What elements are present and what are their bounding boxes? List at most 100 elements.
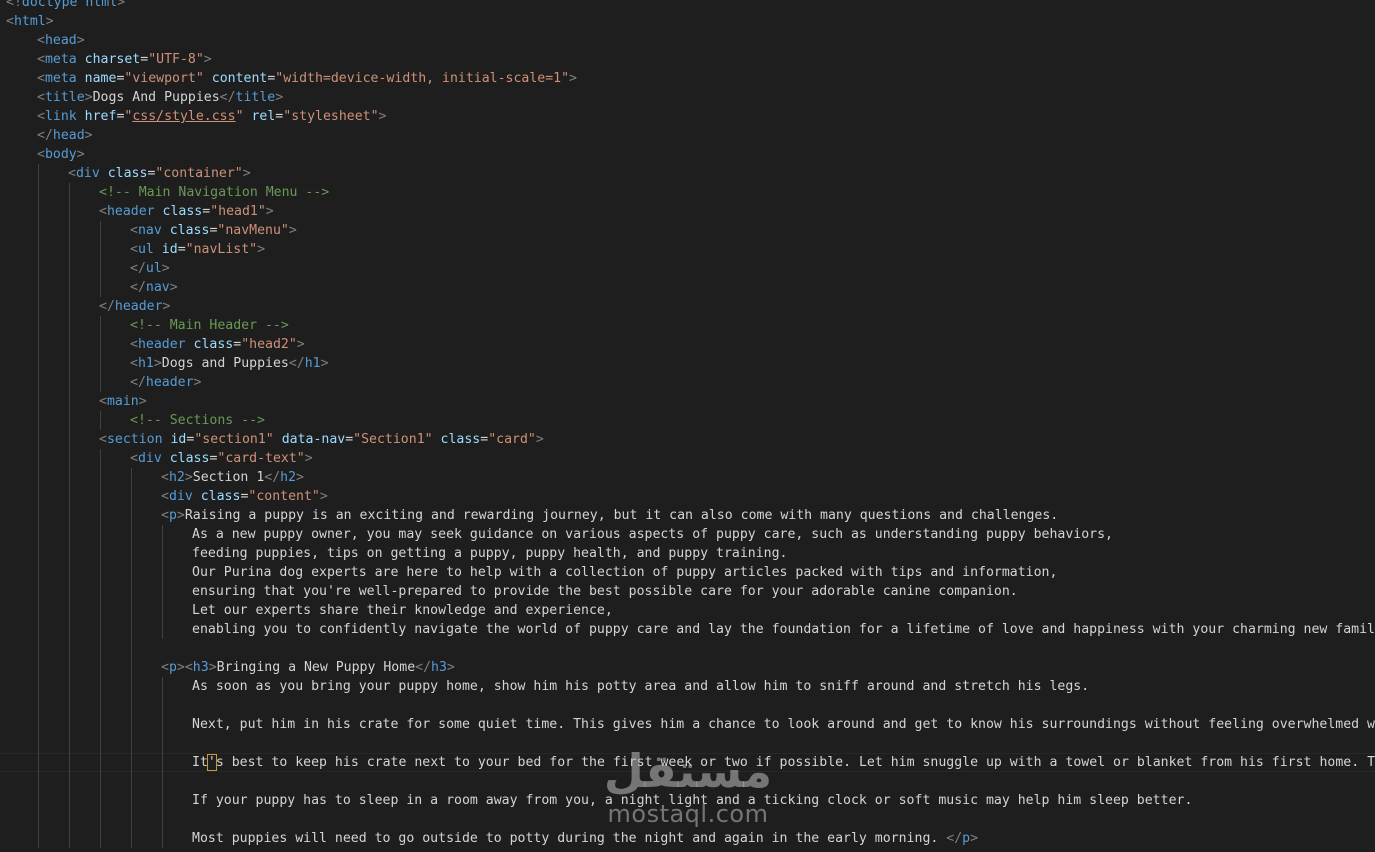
code-token: > [296,470,304,485]
code-token: class [169,223,210,238]
code-line[interactable]: As soon as you bring your puppy home, sh… [192,677,1089,696]
code-token: > [138,394,147,409]
indent-guide [100,221,101,240]
indent-guide [69,373,70,392]
indent-guide [100,316,101,335]
code-line[interactable]: <header class="head2"> [130,335,305,354]
code-token: header [114,299,163,314]
code-line[interactable]: ensuring that you're well-prepared to pr… [192,582,1018,601]
code-line[interactable]: enabling you to confidently navigate the… [192,620,1375,639]
code-line[interactable]: <title>Dogs And Puppies</title> [37,88,283,107]
indent-guide [69,829,70,848]
indent-guide [162,810,163,829]
code-token: enabling you to confidently navigate the… [192,622,1375,637]
code-line[interactable]: <head> [37,31,85,50]
indent-guide [38,430,39,449]
indent-guide [38,620,39,639]
indent-guide [38,525,39,544]
code-line[interactable]: <!-- Sections --> [130,411,265,430]
code-token: " [235,109,244,124]
code-line[interactable]: feeding puppies, tips on getting a puppy… [192,544,787,563]
indent-guide [162,563,163,582]
code-line[interactable]: <!-- Main Navigation Menu --> [99,183,329,202]
code-line[interactable]: <div class="content"> [161,487,328,506]
code-token: </ [415,660,432,675]
code-line[interactable]: <meta name="viewport" content="width=dev… [37,69,577,88]
code-token: < [37,33,45,48]
indent-guide [131,639,132,658]
indent-guide [131,620,132,639]
code-token: html [13,14,46,29]
code-token: < [99,204,107,219]
code-token: h1 [304,356,321,371]
code-line[interactable]: Our Purina dog experts are here to help … [192,563,1057,582]
code-token: "stylesheet" [283,109,379,124]
indent-guide [69,430,70,449]
code-line[interactable]: </header> [99,297,170,316]
code-editor[interactable]: <!doctype html> <html> <head> <meta charset… [0,0,1375,852]
indent-guide [38,202,39,221]
code-token: As soon as you bring your puppy home, sh… [192,679,1090,694]
code-token: "content" [248,489,320,504]
code-line[interactable]: <p>Raising a puppy is an exciting and re… [161,506,1058,525]
code-line[interactable]: <h2>Section 1</h2> [161,468,304,487]
code-line[interactable]: Most puppies will need to go outside to … [192,829,978,848]
code-token: > [84,128,93,143]
code-line[interactable]: </nav> [130,278,178,297]
code-line[interactable]: <body> [37,145,85,164]
code-line[interactable]: It's best to keep his crate next to your… [192,753,1375,772]
indent-guide [69,810,70,829]
code-token: It [192,755,208,770]
code-token: "UTF-8" [148,52,204,67]
code-line[interactable]: Let our experts share their knowledge an… [192,601,613,620]
code-line[interactable]: <link href="css/style.css" rel="styleshe… [37,107,386,126]
code-line[interactable]: As a new puppy owner, you may seek guida… [192,525,1113,544]
code-token: <!-- Sections --> [130,413,265,428]
code-line[interactable]: Next, put him in his crate for some quie… [192,715,1375,734]
code-token: Most puppies will need to go outside to … [192,831,947,846]
indent-guide [69,221,70,240]
code-token: "width=device-width, initial-scale=1" [275,71,570,86]
code-line[interactable]: <main> [99,392,147,411]
code-line[interactable]: </head> [37,126,93,145]
code-token: header [106,204,155,219]
code-token: "section1" [194,432,274,447]
code-token: href [84,109,117,124]
code-line[interactable]: </ul> [130,259,170,278]
indent-guide [69,563,70,582]
code-line[interactable]: <nav class="navMenu"> [130,221,297,240]
code-line[interactable]: <ul id="navList"> [130,240,265,259]
indent-guide [38,506,39,525]
indent-guide [100,753,101,772]
code-line[interactable]: If your puppy has to sleep in a room awa… [192,791,1192,810]
code-line[interactable]: <div class="card-text"> [130,449,313,468]
code-line[interactable]: <section id="section1" data-nav="Section… [99,430,544,449]
code-line[interactable]: <html> [6,12,54,31]
code-token: header [145,375,194,390]
code-line[interactable]: <div class="container"> [68,164,251,183]
code-line[interactable]: <!-- Main Header --> [130,316,289,335]
indent-guide [131,582,132,601]
indent-guide [69,734,70,753]
code-line[interactable]: <!doctype html> [6,0,125,12]
code-token: > [45,14,54,29]
code-line[interactable]: <h1>Dogs and Puppies</h1> [130,354,329,373]
code-token: div [75,166,100,181]
code-token: If your puppy has to sleep in a room awa… [192,793,1193,808]
code-line[interactable]: <p><h3>Bringing a New Puppy Home</h3> [161,658,455,677]
code-token: nav [137,223,162,238]
code-token: > [275,90,284,105]
text-cursor: ' [206,754,217,771]
code-line[interactable]: <meta charset="UTF-8"> [37,50,212,69]
indent-guide [38,164,39,183]
code-token: > [265,204,274,219]
indent-guide [131,544,132,563]
code-line[interactable]: <header class="head1"> [99,202,274,221]
code-token: h2 [280,470,297,485]
code-line[interactable]: </header> [130,373,201,392]
indent-guide [38,677,39,696]
code-token: = [345,432,354,447]
code-token: "navList" [185,242,258,257]
